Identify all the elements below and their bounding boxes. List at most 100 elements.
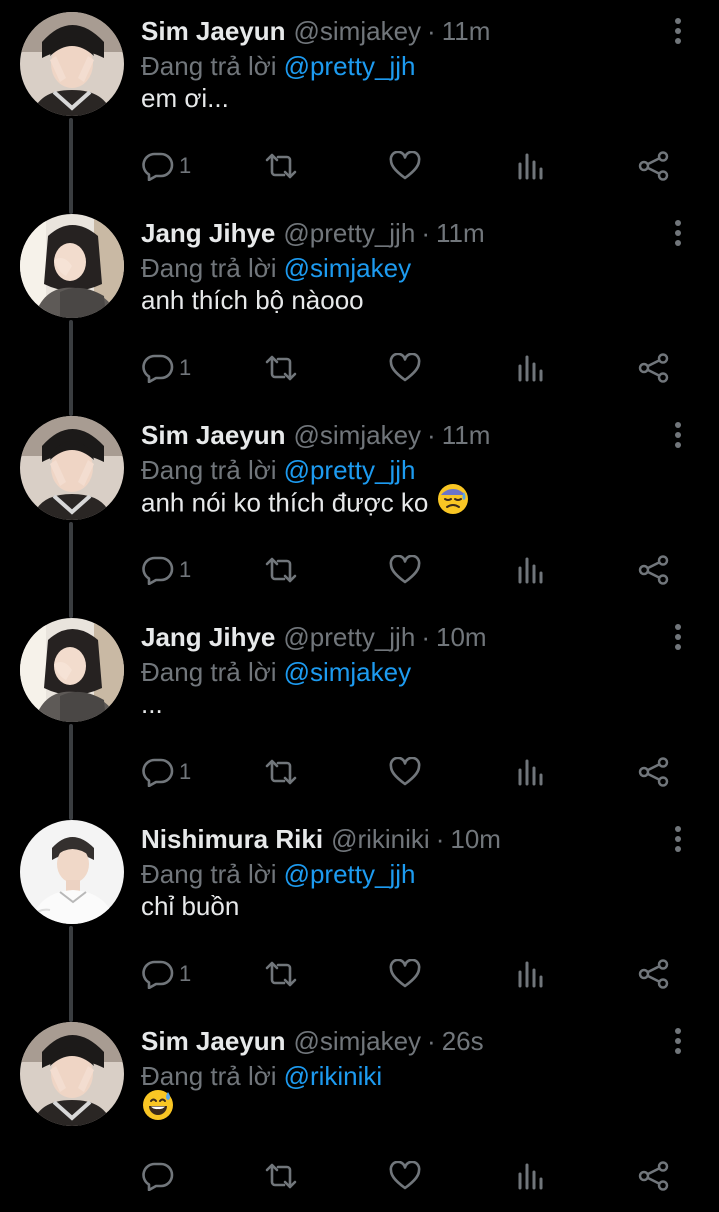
reply-icon [141, 1161, 175, 1191]
like-button[interactable] [389, 348, 421, 388]
display-name[interactable]: Jang Jihye [141, 218, 275, 248]
tweet-text-block: em ơi... [141, 78, 229, 118]
display-name[interactable]: Sim Jaeyun [141, 420, 286, 450]
reply-button[interactable]: 1 [141, 752, 191, 792]
replying-to-label: Đang trả lời [141, 657, 277, 687]
action-bar: 1 [0, 348, 719, 388]
separator-dot: · [435, 824, 445, 854]
reply-button[interactable]: 1 [141, 550, 191, 590]
tweet[interactable]: Nishimura Riki @rikiniki · 10m Đang trả lời @… [0, 808, 719, 1022]
tweet[interactable]: Sim Jaeyun @simjakey · 11m Đang trả lời @pret… [0, 404, 719, 618]
mention-link[interactable]: @pretty_jjh [284, 455, 416, 485]
reply-icon [141, 959, 175, 989]
retweet-icon [263, 959, 299, 989]
views-icon [516, 959, 544, 989]
share-button[interactable] [638, 146, 670, 186]
jang-jihye-avatar[interactable] [20, 618, 124, 722]
user-handle[interactable]: @simjakey [294, 1026, 422, 1056]
views-button[interactable] [516, 550, 544, 590]
like-button[interactable] [389, 550, 421, 590]
like-button[interactable] [389, 1156, 421, 1196]
views-button[interactable] [516, 954, 544, 994]
share-icon [638, 353, 670, 383]
timestamp[interactable]: 10m [450, 824, 501, 854]
heart-icon [389, 757, 421, 787]
share-icon [638, 555, 670, 585]
share-button[interactable] [638, 954, 670, 994]
tweet-header: Jang Jihye @pretty_jjh · 10m [141, 620, 487, 654]
more-options-icon[interactable] [664, 1026, 692, 1056]
reply-button[interactable]: 1 [141, 348, 191, 388]
reply-count: 1 [179, 153, 192, 178]
tweet-text-block: chỉ buồn [141, 886, 239, 926]
display-name[interactable]: Sim Jaeyun [141, 16, 286, 46]
replying-to: Đang trả lời @simjakey [141, 655, 411, 689]
mention-link[interactable]: @simjakey [284, 657, 412, 687]
retweet-icon [263, 757, 299, 787]
mention-link[interactable]: @simjakey [284, 253, 412, 283]
action-bar: 1 [0, 550, 719, 590]
retweet-button[interactable] [263, 146, 299, 186]
like-button[interactable] [389, 954, 421, 994]
display-name[interactable]: Sim Jaeyun [141, 1026, 286, 1056]
views-icon [516, 555, 544, 585]
retweet-button[interactable] [263, 348, 299, 388]
tweet[interactable]: Sim Jaeyun @simjakey · 11m Đang trả lời @pret… [0, 0, 719, 214]
sim-jaeyun-avatar[interactable] [20, 416, 124, 520]
views-button[interactable] [516, 146, 544, 186]
tweet[interactable]: Sim Jaeyun @simjakey · 26s Đang trả lời @riki… [0, 1010, 719, 1212]
jang-jihye-avatar[interactable] [20, 214, 124, 318]
tweet-text: anh thích bộ nàooo [141, 285, 364, 315]
action-bar [0, 1156, 719, 1196]
replying-to-label: Đang trả lời [141, 455, 277, 485]
nishimura-riki-avatar[interactable] [20, 820, 124, 924]
mention-link[interactable]: @pretty_jjh [284, 859, 416, 889]
tweet[interactable]: Jang Jihye @pretty_jjh · 11m Đang trả lời @si… [0, 202, 719, 416]
more-options-icon[interactable] [664, 420, 692, 450]
reply-button[interactable]: 1 [141, 954, 191, 994]
tweet[interactable]: Jang Jihye @pretty_jjh · 10m Đang trả lời @si… [0, 606, 719, 820]
views-button[interactable] [516, 348, 544, 388]
user-handle[interactable]: @pretty_jjh [283, 218, 415, 248]
reply-button[interactable] [141, 1156, 179, 1196]
tweet-text-block: ... [141, 684, 163, 724]
share-button[interactable] [638, 1156, 670, 1196]
retweet-button[interactable] [263, 752, 299, 792]
like-button[interactable] [389, 146, 421, 186]
share-icon [638, 151, 670, 181]
timestamp[interactable]: 10m [436, 622, 487, 652]
retweet-button[interactable] [263, 550, 299, 590]
share-button[interactable] [638, 550, 670, 590]
user-handle[interactable]: @pretty_jjh [283, 622, 415, 652]
views-button[interactable] [516, 752, 544, 792]
timestamp[interactable]: 11m [436, 218, 485, 248]
share-button[interactable] [638, 348, 670, 388]
share-button[interactable] [638, 752, 670, 792]
retweet-button[interactable] [263, 1156, 299, 1196]
mention-link[interactable]: @rikiniki [284, 1061, 383, 1091]
more-options-icon[interactable] [664, 218, 692, 248]
more-options-icon[interactable] [664, 824, 692, 854]
like-button[interactable] [389, 752, 421, 792]
separator-dot: · [427, 420, 436, 450]
share-icon [638, 757, 670, 787]
user-handle[interactable]: @rikiniki [331, 824, 430, 854]
views-button[interactable] [516, 1156, 544, 1196]
more-options-icon[interactable] [664, 622, 692, 652]
views-icon [516, 1161, 544, 1191]
reply-button[interactable]: 1 [141, 146, 191, 186]
mention-link[interactable]: @pretty_jjh [284, 51, 416, 81]
timestamp[interactable]: 11m [442, 420, 491, 450]
more-options-icon[interactable] [664, 16, 692, 46]
timestamp[interactable]: 11m [442, 16, 491, 46]
display-name[interactable]: Nishimura Riki [141, 824, 323, 854]
heart-icon [389, 151, 421, 181]
display-name[interactable]: Jang Jihye [141, 622, 275, 652]
user-handle[interactable]: @simjakey [294, 16, 422, 46]
sim-jaeyun-avatar[interactable] [20, 1022, 124, 1126]
sim-jaeyun-avatar[interactable] [20, 12, 124, 116]
timestamp[interactable]: 26s [442, 1026, 484, 1056]
user-handle[interactable]: @simjakey [294, 420, 422, 450]
retweet-button[interactable] [263, 954, 299, 994]
heart-icon [389, 353, 421, 383]
